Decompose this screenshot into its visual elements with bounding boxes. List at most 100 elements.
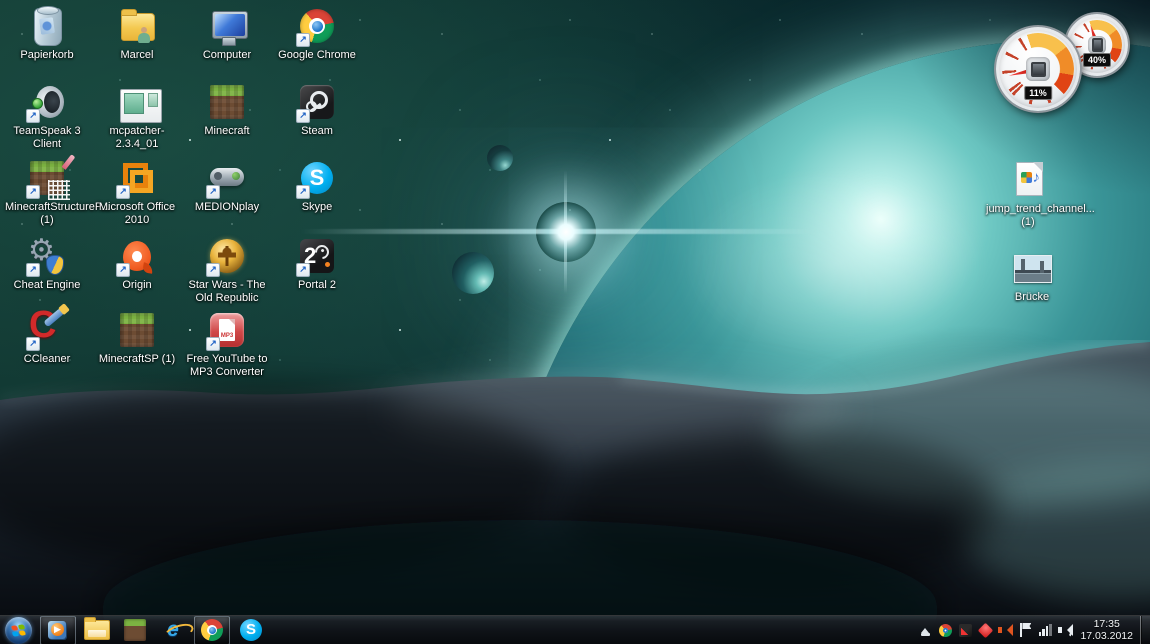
shortcut-arrow-icon: ↗ (26, 263, 40, 277)
desktop-icon-mcpatcher[interactable]: mcpatcher-2.3.4_01 (95, 82, 179, 151)
desktop-icon-computer[interactable]: Computer (185, 6, 269, 62)
start-button[interactable] (5, 617, 32, 644)
icon-label: Free YouTube to MP3 Converter (185, 353, 269, 379)
explorer-folder-icon (84, 620, 110, 640)
shortcut-arrow-icon: ↗ (206, 263, 220, 277)
tray-app-dark-red-icon[interactable] (957, 621, 974, 639)
desktop-icon-skype[interactable]: S ↗ Skype (275, 158, 359, 214)
desktop-icon-steam[interactable]: ↗ Steam (275, 82, 359, 138)
minecraft-block-icon (210, 85, 244, 119)
taskbar-clock[interactable]: 17:35 17.03.2012 (1075, 618, 1140, 642)
shortcut-arrow-icon: ↗ (296, 109, 310, 123)
photo-thumbnail-icon (1014, 255, 1052, 283)
computer-monitor-icon (212, 11, 248, 39)
chevron-up-icon (921, 624, 929, 633)
wallpaper-small-moon-teal (452, 252, 494, 294)
tray-audio-device-icon[interactable] (997, 621, 1014, 639)
flag-icon (1019, 623, 1031, 637)
skype-logo-icon: S (240, 619, 262, 641)
wallpaper-small-moon-dark (487, 145, 513, 171)
action-center-button[interactable] (1017, 621, 1034, 639)
wallpaper-star-sun (536, 202, 596, 262)
chrome-logo-icon (201, 619, 223, 641)
shortcut-arrow-icon: ↗ (26, 337, 40, 351)
ram-usage-value: 40% (1083, 53, 1111, 67)
desktop-icon-cheat-engine[interactable]: ⚙ ↗ Cheat Engine (5, 236, 89, 292)
icon-label: CCleaner (5, 353, 89, 366)
icon-label: Marcel (95, 49, 179, 62)
taskbar-item-windows-explorer[interactable] (80, 617, 114, 644)
icon-label: Skype (275, 201, 359, 214)
desktop-icon-origin[interactable]: ↗ Origin (95, 236, 179, 292)
taskbar-item-internet-explorer[interactable]: e (156, 617, 190, 644)
cpu-gauge-gadget[interactable]: 11% (996, 27, 1080, 111)
desktop-icon-minecraftsp[interactable]: MinecraftSP (1) (95, 310, 179, 366)
icon-label: MinecraftSP (1) (95, 353, 179, 366)
minecraft-block-icon (120, 313, 154, 347)
patcher-window-icon (120, 89, 162, 123)
desktop-icon-google-chrome[interactable]: ↗ Google Chrome (275, 6, 359, 62)
volume-button[interactable] (1057, 621, 1074, 639)
shield-icon (46, 255, 64, 275)
icon-label: Brücke (990, 291, 1074, 304)
icon-label: Origin (95, 279, 179, 292)
icon-label: mcpatcher-2.3.4_01 (95, 125, 179, 151)
taskbar: ▶ e S (0, 615, 1150, 644)
show-desktop-button[interactable] (1140, 616, 1150, 644)
network-status-button[interactable] (1037, 621, 1054, 639)
desktop-icon-bruecke[interactable]: Brücke (990, 248, 1074, 304)
network-signal-icon (1039, 624, 1052, 636)
clock-time: 17:35 (1080, 618, 1133, 630)
desktop-icon-portal-2[interactable]: 2 ↗ Portal 2 (275, 236, 359, 292)
taskbar-item-windows-media-player[interactable]: ▶ (40, 616, 76, 644)
desktop-icon-jump-trend-channel[interactable]: ♪ jump_trend_channel... (1) (986, 160, 1070, 229)
desktop-icon-medionplay[interactable]: ↗ MEDIONplay (185, 158, 269, 214)
gamepad-icon (210, 168, 244, 186)
windows-desktop: Papierkorb ↗ TeamSpeak 3 Client ↗ Minecr… (0, 0, 1150, 644)
icon-label: Portal 2 (275, 279, 359, 292)
wallpaper-terrain (0, 340, 1150, 644)
grid-overlay-icon (48, 180, 70, 200)
shortcut-arrow-icon: ↗ (296, 185, 310, 199)
shortcut-arrow-icon: ↗ (26, 185, 40, 199)
music-note-icon: ♪ (1033, 169, 1041, 186)
system-tray (915, 616, 1075, 644)
desktop-icon-minecraft-structure-planner[interactable]: ↗ MinecraftStructureP... (1) (5, 158, 89, 227)
speaker-icon (1058, 624, 1072, 636)
shortcut-arrow-icon: ↗ (26, 109, 40, 123)
desktop-icon-minecraft[interactable]: Minecraft (185, 82, 269, 138)
desktop-icon-swtor[interactable]: ↗ Star Wars - The Old Republic (185, 236, 269, 305)
shortcut-arrow-icon: ↗ (116, 263, 130, 277)
desktop-icon-marcel[interactable]: Marcel (95, 6, 179, 62)
cpu-usage-value: 11% (1024, 86, 1052, 100)
show-hidden-icons-button[interactable] (917, 621, 934, 639)
desktop-icon-microsoft-office[interactable]: ↗ Microsoft Office 2010 (95, 158, 179, 227)
speaker-red-icon (998, 624, 1012, 636)
desktop-icon-papierkorb[interactable]: Papierkorb (5, 6, 89, 62)
shortcut-arrow-icon: ↗ (206, 337, 220, 351)
windows-logo-icon (11, 624, 25, 637)
shortcut-arrow-icon: ↗ (206, 185, 220, 199)
taskbar-item-google-chrome[interactable] (194, 616, 230, 644)
desktop-icon-youtube-mp3[interactable]: MP3 ↗ Free YouTube to MP3 Converter (185, 310, 269, 379)
icon-label: Minecraft (185, 125, 269, 138)
icon-label: Computer (185, 49, 269, 62)
icon-label: jump_trend_channel... (1) (986, 203, 1070, 229)
minecraft-block-icon (124, 619, 146, 641)
internet-explorer-icon: e (167, 619, 179, 641)
icon-label: Steam (275, 125, 359, 138)
shortcut-arrow-icon: ↗ (116, 185, 130, 199)
icon-label: TeamSpeak 3 Client (5, 125, 89, 151)
desktop-icon-teamspeak[interactable]: ↗ TeamSpeak 3 Client (5, 82, 89, 151)
recycle-bin-icon (34, 8, 62, 46)
icon-label: Papierkorb (5, 49, 89, 62)
icon-label: Google Chrome (275, 49, 359, 62)
taskbar-item-minecraft[interactable] (118, 617, 152, 644)
person-icon (138, 27, 150, 43)
tray-app-red-icon[interactable] (977, 621, 994, 639)
taskbar-item-skype[interactable]: S (234, 617, 268, 644)
desktop-icon-ccleaner[interactable]: C ↗ CCleaner (5, 310, 89, 366)
tray-chrome-icon[interactable] (937, 621, 954, 639)
icon-label: Star Wars - The Old Republic (185, 279, 269, 305)
windows-media-player-icon: ▶ (47, 619, 69, 641)
